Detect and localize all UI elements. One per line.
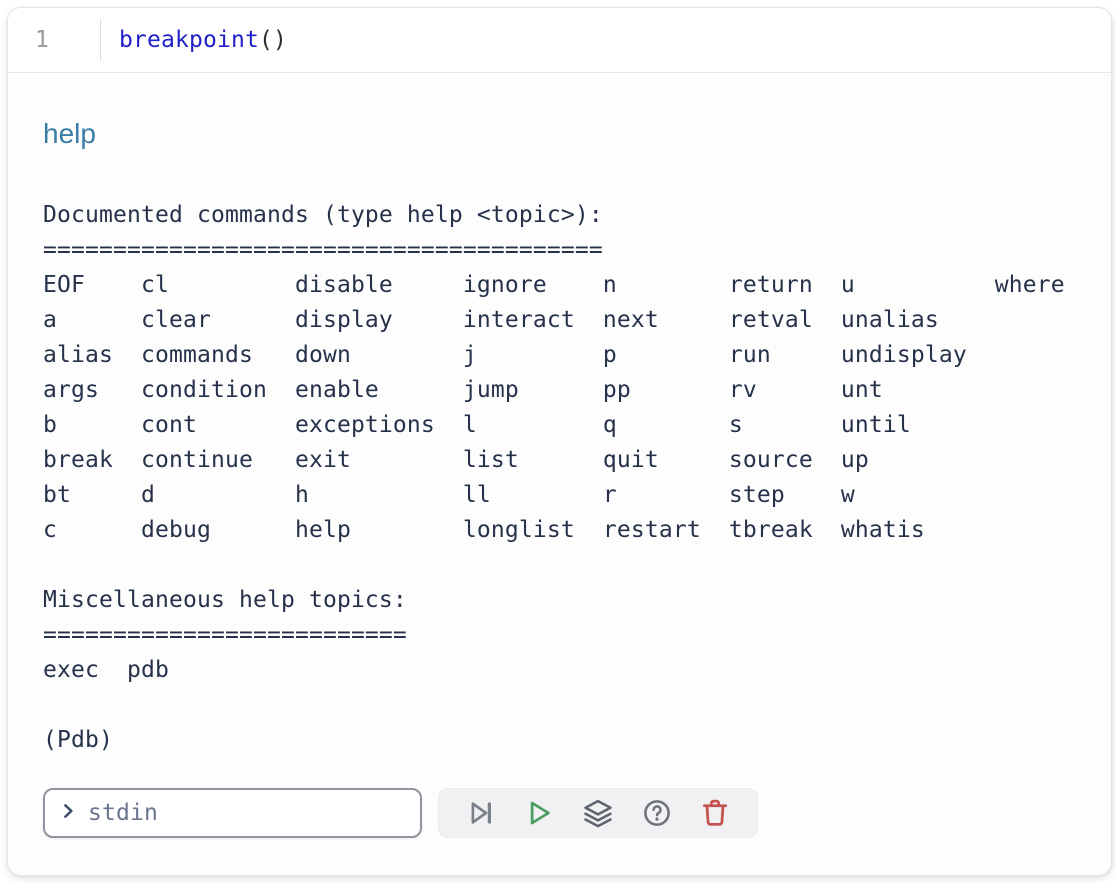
- code-token-builtin: breakpoint: [119, 27, 259, 53]
- stdin-echo: help: [43, 119, 1076, 149]
- layers-icon: [583, 798, 613, 828]
- play-icon: [524, 798, 554, 828]
- line-number: 1: [35, 27, 49, 53]
- run-button[interactable]: [522, 796, 556, 830]
- clear-button[interactable]: [698, 796, 732, 830]
- layers-button[interactable]: [581, 796, 615, 830]
- console-output-area: help Documented commands (type help <top…: [8, 73, 1111, 875]
- console-toolbar: [438, 788, 758, 838]
- editor-gutter: 1: [8, 19, 101, 61]
- stdin-box[interactable]: [43, 788, 422, 838]
- code-editor-row: 1 breakpoint(): [8, 8, 1111, 73]
- trash-icon: [700, 798, 730, 828]
- help-circle-icon: [642, 798, 672, 828]
- python-console-card: 1 breakpoint() help Documented commands …: [7, 7, 1112, 876]
- code-editor-line[interactable]: breakpoint(): [101, 27, 287, 53]
- pdb-help-output: Documented commands (type help <topic>):…: [43, 198, 1076, 758]
- skip-next-icon: [466, 798, 496, 828]
- code-token-parens: (): [259, 27, 287, 53]
- step-next-button[interactable]: [464, 796, 498, 830]
- console-io-row: [43, 788, 1076, 838]
- stdin-input[interactable]: [88, 800, 406, 826]
- help-button[interactable]: [640, 796, 674, 830]
- chevron-right-icon: [59, 802, 77, 825]
